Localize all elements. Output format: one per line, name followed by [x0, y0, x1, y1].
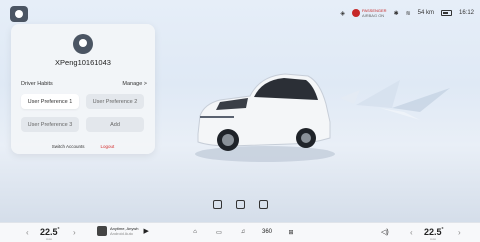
clock-text: 16:12 [458, 10, 474, 16]
music-icon[interactable]: ♫ [238, 227, 248, 237]
play-icon[interactable]: ▶ [143, 227, 148, 235]
mirror-icon[interactable] [259, 200, 268, 209]
passenger-airbag-badge: PASSENGER AIRBAG ON [351, 8, 387, 18]
right-temp-up-icon[interactable]: › [458, 228, 461, 237]
right-temp-label: Auto [430, 237, 437, 241]
left-temperature[interactable]: 22.5° [40, 227, 60, 237]
airbag-subtitle: AIRBAG ON [361, 13, 385, 18]
user-preference-3-button[interactable]: User Preference 3 [21, 117, 79, 132]
trunk-icon[interactable] [213, 200, 222, 209]
driver-habits-header: Driver Habits Manage > [21, 81, 147, 87]
home-icon[interactable]: ⌂ [190, 227, 200, 237]
switch-accounts-button[interactable]: Switch Accounts [52, 144, 85, 149]
user-preference-2-button[interactable]: User Preference 2 [86, 94, 144, 109]
username: XPeng10161043 [55, 58, 111, 67]
left-temp-down-icon[interactable]: ‹ [26, 228, 29, 237]
bottom-dock: ‹ 22.5° Auto › Anytime, Anywh Android Au… [0, 222, 480, 242]
avatar[interactable] [73, 34, 93, 54]
left-temp-label: Auto [46, 237, 53, 241]
battery-icon [440, 10, 452, 16]
album-art [97, 226, 107, 236]
status-indicators: ◈ PASSENGER AIRBAG ON ✱ ≋ 54 km 16:12 [340, 7, 474, 19]
warning-icon: ◈ [340, 10, 345, 17]
logout-button[interactable]: Logout [101, 144, 115, 149]
bluetooth-icon: ✱ [393, 10, 399, 17]
wifi-icon: ≋ [405, 10, 411, 17]
media-player[interactable]: Anytime, Anywh Android Auto ▶ [97, 226, 149, 236]
apps-grid-icon[interactable]: ⊞ [286, 227, 296, 237]
dock-apps: ⌂ ▭ ♫ 360 ⊞ [190, 227, 296, 237]
driver-habits-title: Driver Habits [21, 81, 53, 87]
quick-controls [213, 200, 268, 209]
charge-port-icon[interactable] [236, 200, 245, 209]
media-source: Android Auto [110, 231, 133, 236]
right-temperature[interactable]: 22.5° [424, 227, 444, 237]
vehicle-image [195, 73, 335, 162]
user-preference-1-button[interactable]: User Preference 1 [21, 94, 79, 109]
profile-icon[interactable] [10, 6, 28, 22]
profile-card: XPeng10161043 Driver Habits Manage > Use… [11, 24, 155, 154]
360-view-icon[interactable]: 360 [262, 227, 272, 237]
car-icon[interactable]: ▭ [214, 227, 224, 237]
range-text: 54 km [417, 10, 434, 16]
left-temp-up-icon[interactable]: › [73, 228, 76, 237]
add-preference-button[interactable]: Add [86, 117, 144, 132]
right-temp-down-icon[interactable]: ‹ [410, 228, 413, 237]
manage-link[interactable]: Manage > [122, 81, 147, 87]
status-bar: ◈ PASSENGER AIRBAG ON ✱ ≋ 54 km 16:12 [0, 0, 480, 26]
airbag-icon [351, 9, 360, 17]
volume-icon[interactable]: ◁) [381, 228, 389, 236]
